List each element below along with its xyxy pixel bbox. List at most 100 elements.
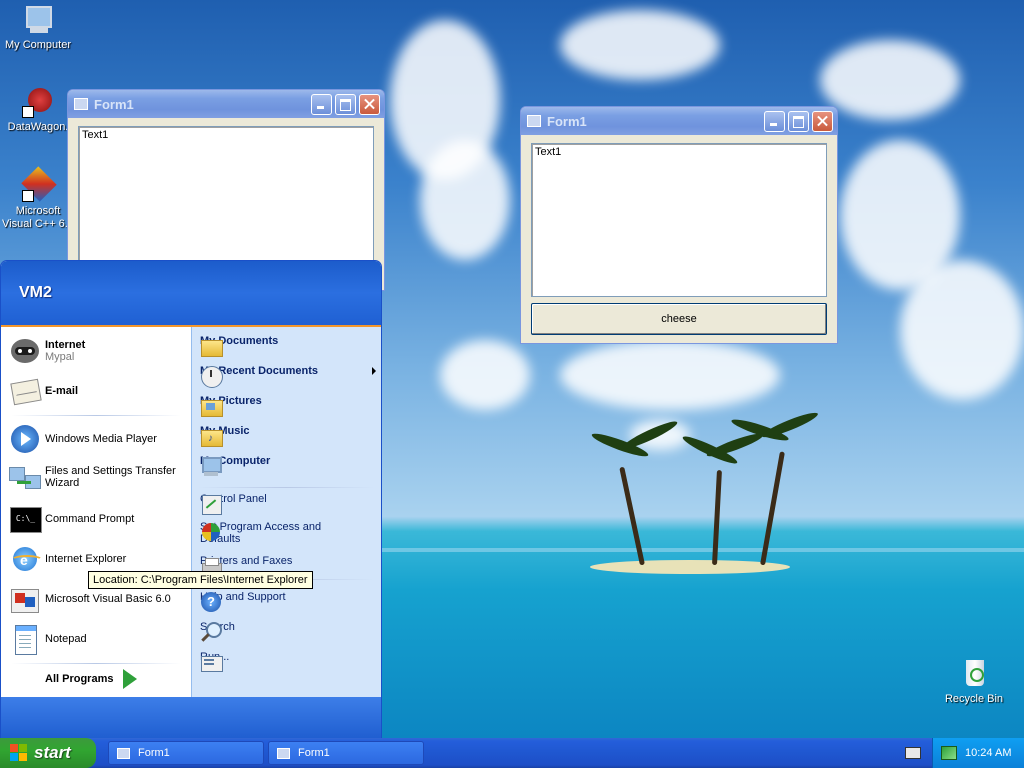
start-menu-right-column: My Documents My Recent Documents My Pict… [191,327,381,697]
start-item-windows-media-player[interactable]: Windows Media Player [9,423,157,455]
taskbar-item-label: Form1 [298,747,330,759]
button-label: cheese [661,313,697,325]
taskbar-item-label: Form1 [138,747,170,759]
form-icon [527,115,541,127]
start-item-label: Microsoft Visual Basic 6.0 [45,593,171,605]
transfer-wizard-icon [9,461,41,493]
start-item-my-recent-documents[interactable]: My Recent Documents [200,365,376,388]
visual-basic-icon [9,583,41,615]
cloud [420,140,510,260]
start-menu: VM2 Internet Mypal E-mail Windows Media … [0,260,382,740]
start-item-help-support[interactable]: ? Help and Support [200,591,286,612]
cheese-button[interactable]: cheese [531,303,827,335]
form-icon [74,98,88,110]
desktop-icon-label: DataWagon. [7,121,69,133]
start-item-control-panel[interactable]: Control Panel [200,493,267,515]
cloud [900,260,1024,400]
text1-textbox[interactable]: Text1 [78,126,374,272]
taskbar-item-form1[interactable]: Form1 [268,741,424,765]
desktop-icon-datawagon[interactable]: DataWagon. [0,86,76,134]
start-item-files-settings-transfer[interactable]: Files and Settings Transfer Wizard [9,461,185,493]
network-icon[interactable] [941,746,957,760]
textbox-value: Text1 [535,146,562,158]
window-title: Form1 [547,113,587,129]
separator [198,487,374,488]
textbox-value: Text1 [82,129,109,141]
cloud [560,10,720,80]
visual-cpp-icon [21,166,57,202]
start-item-label: E-mail [45,385,79,397]
computer-icon [22,4,54,36]
start-item-label: Files and Settings Transfer Wizard [45,465,176,489]
start-item-run[interactable]: Run... [200,651,229,672]
windows-logo-icon [10,744,28,762]
window-titlebar[interactable]: Form1 [68,90,384,118]
close-button[interactable] [359,93,380,115]
start-item-label: My Recent Documents [200,365,318,377]
user-name: VM2 [19,284,52,301]
minimize-button[interactable] [311,93,332,115]
email-icon [9,375,42,407]
desktop-icon-my-computer[interactable]: My Computer [0,4,76,52]
clock[interactable]: 10:24 AM [965,747,1011,759]
start-menu-footer [1,697,381,739]
palm-leaf [760,409,820,441]
start-item-email[interactable]: E-mail [9,375,78,407]
start-item-printers-faxes[interactable]: Printers and Faxes [200,555,292,575]
start-item-label: Internet [45,339,86,351]
form-icon [117,747,130,759]
taskbar-item-form1[interactable]: Form1 [108,741,264,765]
tooltip-text: Location: C:\Program Files\Internet Expl… [93,574,308,586]
maximize-button[interactable] [335,93,356,115]
start-item-set-program-access[interactable]: Set Program Access and Defaults [200,521,360,545]
maximize-button[interactable] [788,110,809,132]
raccoon-icon [9,335,41,367]
desktop-icon-visual-cpp[interactable]: Microsoft Visual C++ 6.0 [0,166,76,231]
media-player-icon [9,423,41,455]
start-item-my-music[interactable]: ♪ My Music [200,425,250,447]
text1-textbox[interactable]: Text1 [531,143,827,297]
window-title: Form1 [94,96,134,112]
form1-window-right[interactable]: Form1 Text1 cheese [520,106,838,344]
green-arrow-icon [123,669,138,689]
start-item-label: Windows Media Player [45,433,157,445]
close-button[interactable] [812,110,833,132]
start-item-my-computer[interactable]: My Computer [200,455,270,476]
separator [11,415,181,416]
form-icon [277,747,290,759]
start-menu-left-column: Internet Mypal E-mail Windows Media Play… [1,327,191,697]
command-prompt-icon: C:\_ [9,503,42,535]
cloud [560,340,780,410]
desktop-icon-recycle-bin[interactable]: Recycle Bin [936,658,1012,706]
palm-leaf [705,430,765,460]
start-item-internet[interactable]: Internet Mypal [9,335,85,367]
start-button[interactable]: start [0,738,96,768]
desktop-icon-label: Recycle Bin [944,693,1004,705]
taskbar: start Form1 Form1 10:24 AM [0,738,1024,768]
minimize-button[interactable] [764,110,785,132]
internet-explorer-icon: e [9,543,43,575]
datawagon-icon [22,86,54,118]
all-programs-button[interactable]: All Programs [45,669,138,689]
system-tray: 10:24 AM [932,738,1024,768]
submenu-arrow-icon [372,367,376,375]
desktop-icon-label: My Computer [4,39,72,51]
desktop-icon-label: Microsoft Visual C++ 6.0 [2,205,74,230]
start-item-label: Command Prompt [45,513,135,525]
start-item-label: Notepad [45,633,87,645]
start-item-command-prompt[interactable]: C:\_ Command Prompt [9,503,134,535]
recycle-bin-icon [958,658,990,690]
window-titlebar[interactable]: Form1 [521,107,837,135]
start-item-notepad[interactable]: Notepad [9,623,87,655]
cloud [820,40,960,120]
notepad-icon [9,623,41,655]
all-programs-label: All Programs [45,673,114,685]
start-item-label: Set Program Access and Defaults [200,521,322,545]
start-item-sublabel: Mypal [45,351,75,363]
start-item-my-pictures[interactable]: My Pictures [200,395,262,417]
keyboard-icon[interactable] [905,747,921,759]
start-label: start [34,743,71,762]
start-item-my-documents[interactable]: My Documents [200,335,278,357]
start-item-label: Internet Explorer [45,553,127,565]
start-item-search[interactable]: Search [200,621,235,642]
